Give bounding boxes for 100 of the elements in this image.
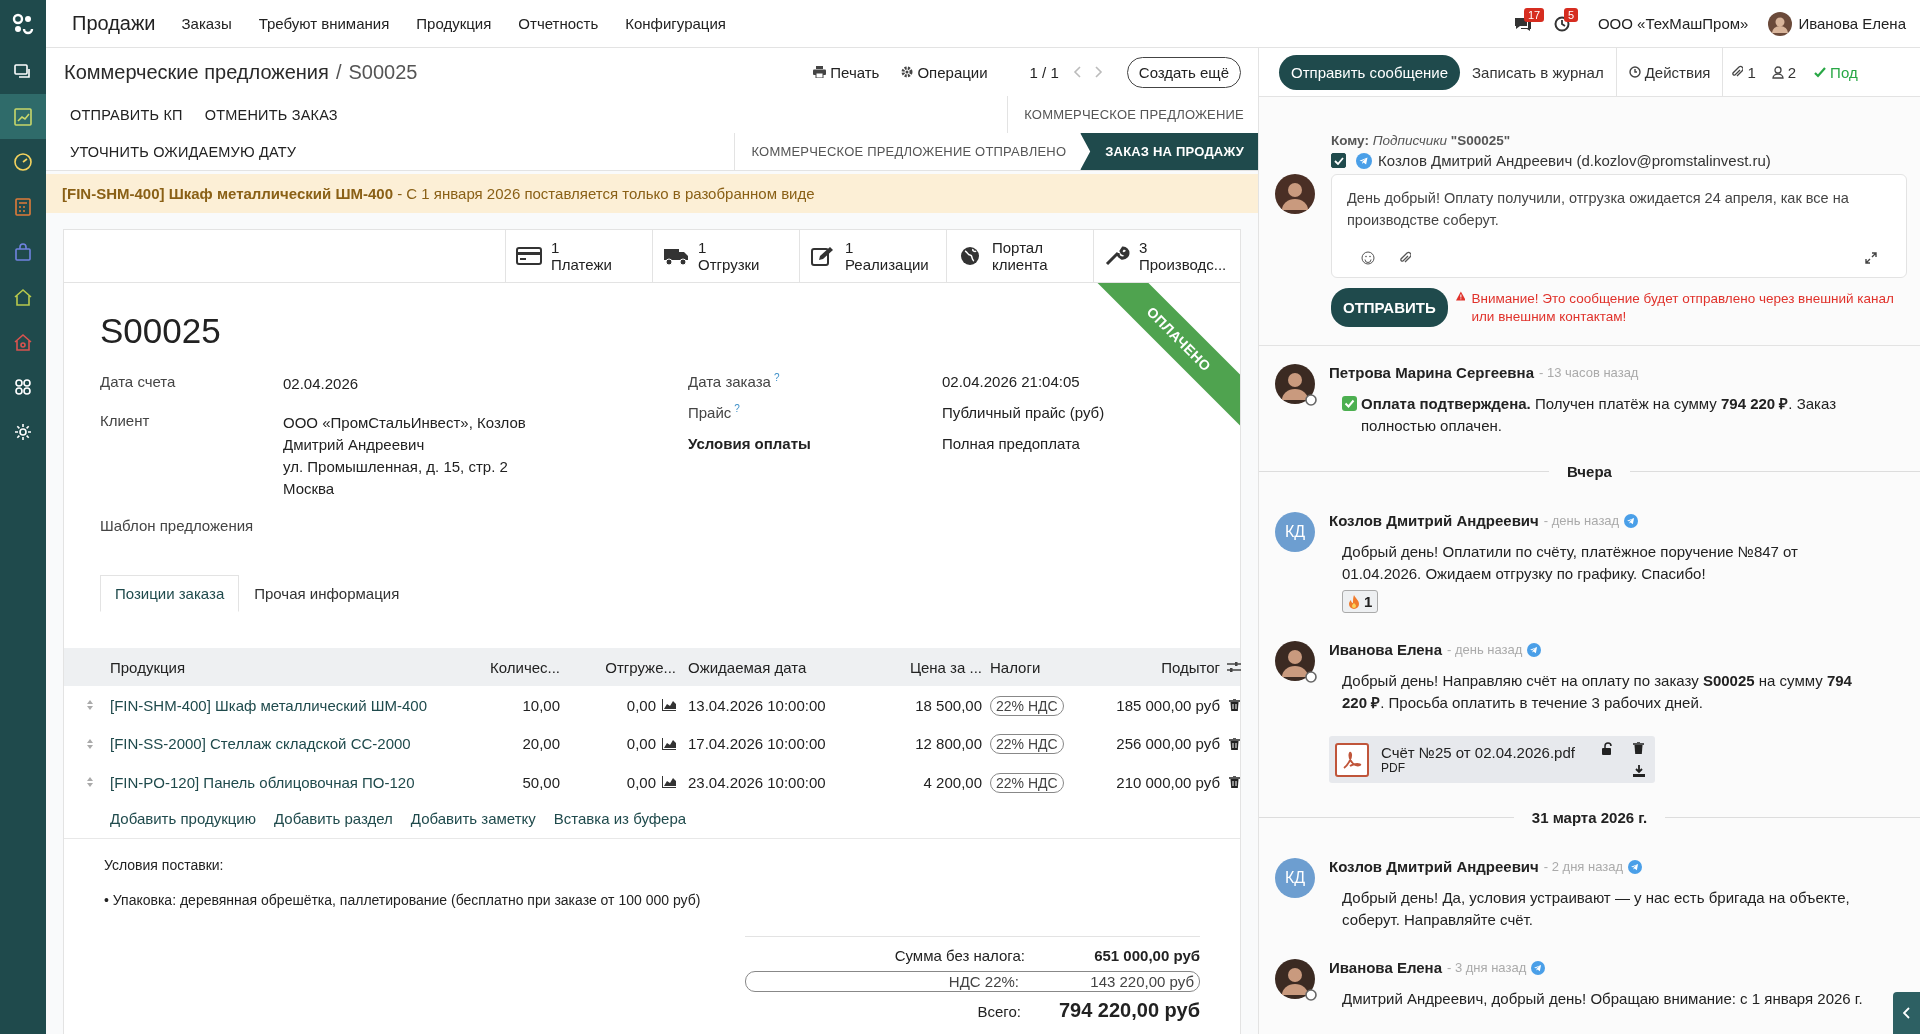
message-text: Оплата подтверждена. Получен платёж на сумму 794 220 ₽. Заказ полностью оплачен. (1361, 394, 1838, 436)
product-cell[interactable]: [FIN-PO-120] Панель облицовочная ПО-120 (110, 773, 490, 791)
field-label: Дата заказа (688, 373, 771, 390)
message-author: Иванова Елена (1329, 641, 1442, 658)
add-line-link[interactable]: Добавить раздел (274, 809, 393, 827)
app-logo-icon[interactable] (12, 13, 34, 35)
add-line-link[interactable]: Добавить продукцию (110, 809, 256, 827)
menu-item[interactable]: Требуют внимания (258, 15, 390, 32)
smart-button[interactable]: 3 Производс... (1093, 230, 1240, 282)
expand-icon[interactable] (1865, 252, 1877, 264)
table-cell: 0,00 (626, 696, 656, 714)
field-value: Москва (283, 479, 336, 499)
send-message-button[interactable]: Отправить сообщение (1279, 54, 1460, 90)
column-settings-icon[interactable] (1227, 661, 1241, 673)
notebook-tab[interactable]: Позиции заказа (100, 575, 240, 612)
message-time: - 13 часов назад (1539, 365, 1639, 380)
clock-icon (1628, 66, 1641, 78)
smart-button[interactable]: Портал клиента (946, 230, 1093, 282)
help-tooltip[interactable]: ? (773, 373, 780, 383)
avatar (1275, 641, 1315, 681)
field-label: Условия оплаты (688, 435, 811, 452)
column-header[interactable]: Продукция (110, 658, 490, 676)
log-note-button[interactable]: Записать в журнал (1460, 63, 1616, 81)
delete-icon[interactable] (1228, 776, 1240, 789)
action-button[interactable]: УТОЧНИТЬ ОЖИДАЕМУЮ ДАТУ (59, 143, 308, 160)
unlock-icon[interactable] (1602, 742, 1613, 755)
menu-item[interactable]: Продукция (416, 15, 492, 32)
column-header[interactable]: Цена за ... (872, 658, 982, 676)
column-header[interactable]: Ожидаемая дата (676, 658, 872, 676)
menu-item[interactable]: Конфигурация (625, 15, 726, 32)
delete-icon[interactable] (1228, 737, 1240, 750)
message-time: - 3 дня назад (1447, 960, 1527, 975)
user-avatar[interactable] (1768, 11, 1793, 36)
action-button[interactable]: ОТПРАВИТЬ КП (59, 106, 194, 123)
total-label: Сумма без налога: (894, 946, 1025, 964)
actions-button[interactable]: Операции (901, 63, 988, 81)
product-cell[interactable]: [FIN-SS-2000] Стеллаж складской СС-2000 (110, 735, 490, 753)
notebook-tab[interactable]: Прочая информация (239, 575, 415, 612)
pager-value: 1 / 1 (1029, 63, 1059, 81)
attachment-card[interactable]: Счёт №25 от 02.04.2026.pdf PDF (1329, 736, 1655, 783)
warning-text: Внимание! Это сообщение будет отправлено через внешний канал или внешним контактам! (1471, 289, 1895, 326)
help-tooltip[interactable]: ? (734, 404, 740, 414)
company-switcher[interactable]: ООО «ТехМашПром» (1597, 15, 1749, 32)
collapse-button[interactable] (1893, 992, 1920, 1034)
reaction-button[interactable]: 1 (1342, 590, 1379, 613)
message-input[interactable]: День добрый! Оплату получили, отгрузка ожидается 24 апреля, как все на производстве соберут. (1331, 174, 1907, 278)
warning-banner: [FIN-SHM-400] Шкаф металлический ШМ-400 - С 1 января 2026 поставляется только в разобранном виде (46, 174, 1258, 213)
forecast-chart-icon[interactable] (662, 737, 676, 750)
message-text: Добрый день! Оплатили по счёту, платёжное поручение №847 от 01.04.2026. Ожидаем отгрузку по графику. Спасибо! (1342, 542, 1799, 584)
edit-icon (810, 245, 836, 267)
action-button[interactable]: ОТМЕНИТЬ ЗАКАЗ (193, 106, 349, 123)
delete-icon[interactable] (1228, 699, 1240, 712)
column-header[interactable]: Налоги (982, 658, 1070, 676)
printer-icon (813, 66, 827, 78)
add-line-link[interactable]: Вставка из буфера (553, 809, 687, 827)
attachments-button[interactable]: 1 (1723, 63, 1764, 81)
smart-button[interactable]: 1 Платежи (505, 230, 652, 282)
activities-button[interactable]: Действия (1616, 63, 1723, 81)
menu-item[interactable]: Заказы (181, 15, 232, 32)
calculator-icon (13, 196, 33, 217)
smart-button[interactable]: 1 Реализации (799, 230, 946, 282)
drag-handle-icon[interactable] (86, 776, 94, 789)
add-line-link[interactable]: Добавить заметку (410, 809, 536, 827)
delete-icon[interactable] (1633, 742, 1644, 754)
drag-handle-icon[interactable] (86, 699, 94, 712)
followers-button[interactable]: 2 (1763, 63, 1805, 81)
recipients-text: Кому: Подписчики "S00025" (1331, 133, 1512, 148)
activity-count-badge: 5 (1563, 7, 1578, 22)
smart-button[interactable]: 1 Отгрузки (652, 230, 799, 282)
drag-handle-icon[interactable] (86, 737, 94, 750)
note-text: Условия поставки: (104, 856, 225, 873)
field-value: 02.04.2026 21:04:05 (942, 373, 1081, 390)
avatar: КД (1275, 512, 1315, 552)
recipient-checkbox[interactable] (1331, 153, 1346, 168)
app-title[interactable]: Продажи (72, 12, 156, 35)
presence-icon (1305, 989, 1317, 1001)
table-cell-text: 10,00 (521, 696, 560, 714)
column-header[interactable]: Отгруже... (560, 658, 676, 676)
emoji-icon[interactable] (1361, 251, 1375, 265)
field-label: Клиент (100, 412, 151, 431)
user-menu[interactable]: Иванова Елена (1798, 15, 1906, 32)
paperclip-icon[interactable] (1399, 251, 1411, 265)
breadcrumb-link[interactable]: Коммерческие предложения (64, 60, 329, 84)
total-label: НДС 22%: (948, 972, 1019, 990)
column-header[interactable]: Количес... (490, 658, 560, 676)
send-button[interactable]: ОТПРАВИТЬ (1331, 288, 1448, 327)
forecast-chart-icon[interactable] (662, 776, 676, 789)
menu-item[interactable]: Отчетность (518, 15, 599, 32)
bag-icon (13, 241, 33, 262)
total-value: 794 220,00 руб (1057, 998, 1200, 1022)
clock-icon[interactable] (1553, 15, 1570, 32)
field-value: 02.04.2026 (283, 374, 360, 394)
product-cell[interactable]: [FIN-SHM-400] Шкаф металлический ШМ-400 (110, 696, 490, 714)
print-button[interactable]: Печать (813, 63, 880, 81)
download-icon[interactable] (1633, 765, 1645, 777)
status-step[interactable]: КОММЕРЧЕСКОЕ ПРЕДЛОЖЕНИЕ ОТПРАВЛЕНО (734, 133, 1081, 170)
message-time: - день назад (1447, 642, 1523, 657)
status-step[interactable]: ЗАКАЗ НА ПРОДАЖУ (1080, 133, 1258, 170)
forecast-chart-icon[interactable] (662, 699, 676, 712)
column-header[interactable]: Подытог (1070, 658, 1220, 676)
